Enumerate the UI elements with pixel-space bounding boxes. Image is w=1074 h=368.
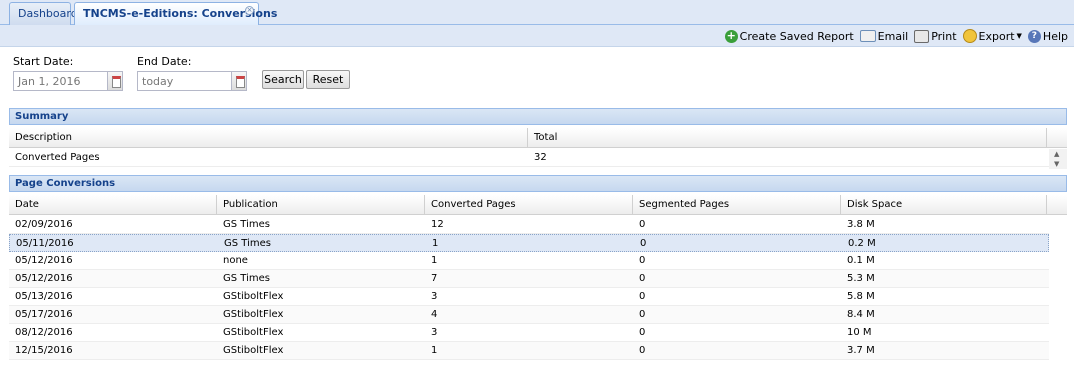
scroll-down-icon[interactable]: ▼ (1054, 160, 1059, 168)
summary-grid-header: Description Total (9, 128, 1067, 148)
close-icon[interactable]: × (245, 6, 254, 15)
cell-disk-space: 10 M (847, 327, 872, 338)
col-date[interactable]: Date (9, 195, 217, 214)
cell-disk-space: 3.7 M (847, 345, 875, 356)
cell-disk-space: 3.8 M (847, 219, 875, 230)
summary-cell-total: 32 (534, 152, 547, 163)
cell-publication: GStiboltFlex (223, 309, 284, 320)
summary-col-description[interactable]: Description (9, 128, 528, 147)
date-filter-form: Start Date: End Date: Jan 1, 2016 today … (0, 47, 1074, 102)
cell-publication: GS Times (224, 238, 271, 249)
cell-date: 05/13/2016 (15, 291, 73, 302)
cell-segmented-pages: 0 (639, 255, 646, 266)
summary-row[interactable]: Converted Pages 32 (9, 149, 1049, 167)
cell-date: 08/12/2016 (15, 327, 73, 338)
summary-panel-header: Summary (9, 108, 1067, 125)
cell-segmented-pages: 0 (639, 273, 646, 284)
end-date-value: today (142, 75, 174, 88)
create-saved-report-label: Create Saved Report (739, 29, 854, 43)
cell-segmented-pages: 0 (640, 238, 647, 249)
cell-publication: GS Times (223, 273, 270, 284)
cell-converted-pages: 12 (431, 219, 444, 230)
scroll-up-icon[interactable]: ▲ (1054, 150, 1059, 158)
table-row-selected[interactable]: 05/11/2016 GS Times 1 0 0.2 M (9, 234, 1049, 252)
cell-converted-pages: 3 (431, 291, 438, 302)
tab-conversions[interactable]: TNCMS-e-Editions: Conversions × (74, 2, 277, 26)
email-icon (859, 30, 876, 42)
tab-dashboard[interactable]: Dashboard (9, 2, 78, 25)
email-button[interactable]: Email (859, 29, 909, 43)
help-icon: ? (1027, 29, 1041, 43)
add-icon: + (724, 28, 738, 43)
print-button[interactable]: Print (914, 29, 957, 43)
cell-converted-pages: 4 (431, 309, 438, 320)
table-row[interactable]: 05/13/2016 GStiboltFlex 3 0 5.8 M (9, 288, 1049, 306)
col-segmented-pages[interactable]: Segmented Pages (633, 195, 841, 214)
reset-button[interactable]: Reset (306, 70, 350, 89)
summary-cell-description: Converted Pages (15, 152, 100, 163)
cell-disk-space: 0.2 M (848, 238, 876, 249)
table-row[interactable]: 02/09/2016 GS Times 12 0 3.8 M (9, 216, 1049, 234)
end-date-label: End Date: (137, 55, 192, 68)
export-icon (962, 29, 977, 43)
start-date-field[interactable]: Jan 1, 2016 (13, 71, 123, 91)
conversions-panel-header: Page Conversions (9, 175, 1067, 192)
col-converted-pages[interactable]: Converted Pages (425, 195, 633, 214)
cell-disk-space: 5.8 M (847, 291, 875, 302)
cell-date: 05/17/2016 (15, 309, 73, 320)
cell-converted-pages: 1 (432, 238, 439, 249)
report-toolbar: + Create Saved Report Email Print Export… (719, 27, 1068, 45)
cell-date: 05/12/2016 (15, 273, 73, 284)
cell-segmented-pages: 0 (639, 291, 646, 302)
cell-disk-space: 8.4 M (847, 309, 875, 320)
export-button[interactable]: Export ▼ (962, 29, 1022, 43)
cell-segmented-pages: 0 (639, 345, 646, 356)
cell-publication: GS Times (223, 219, 270, 230)
cell-disk-space: 5.3 M (847, 273, 875, 284)
calendar-icon[interactable] (107, 71, 123, 91)
cell-date: 02/09/2016 (15, 219, 73, 230)
table-row[interactable]: 05/12/2016 GS Times 7 0 5.3 M (9, 270, 1049, 288)
col-disk-space[interactable]: Disk Space (841, 195, 1047, 214)
start-date-label: Start Date: (13, 55, 74, 68)
cell-segmented-pages: 0 (639, 327, 646, 338)
conversions-grid-header: Date Publication Converted Pages Segment… (9, 195, 1067, 215)
cell-disk-space: 0.1 M (847, 255, 875, 266)
cell-publication: GStiboltFlex (223, 345, 284, 356)
cell-segmented-pages: 0 (639, 309, 646, 320)
cell-segmented-pages: 0 (639, 219, 646, 230)
cell-converted-pages: 1 (431, 345, 438, 356)
printer-icon (914, 29, 930, 43)
summary-scrollbar[interactable]: ▲ ▼ (1049, 149, 1067, 169)
end-date-field[interactable]: today (137, 71, 247, 91)
calendar-icon[interactable] (231, 71, 247, 91)
cell-converted-pages: 1 (431, 255, 438, 266)
col-publication[interactable]: Publication (217, 195, 425, 214)
print-label: Print (931, 29, 957, 43)
summary-col-total[interactable]: Total (528, 128, 1047, 147)
tab-strip: Dashboard TNCMS-e-Editions: Conversions … (0, 0, 1074, 26)
table-row[interactable]: 05/12/2016 none 1 0 0.1 M (9, 252, 1049, 270)
cell-publication: none (223, 255, 248, 266)
export-label: Export (978, 29, 1015, 43)
help-button[interactable]: ? Help (1027, 29, 1068, 43)
cell-date: 05/12/2016 (15, 255, 73, 266)
create-saved-report-button[interactable]: + Create Saved Report (724, 28, 854, 43)
cell-publication: GStiboltFlex (223, 327, 284, 338)
chevron-down-icon: ▼ (1016, 32, 1022, 40)
table-row[interactable]: 12/15/2016 GStiboltFlex 1 0 3.7 M (9, 342, 1049, 360)
cell-converted-pages: 3 (431, 327, 438, 338)
start-date-value: Jan 1, 2016 (18, 75, 81, 88)
email-label: Email (877, 29, 909, 43)
table-row[interactable]: 08/12/2016 GStiboltFlex 3 0 10 M (9, 324, 1049, 342)
search-button[interactable]: Search (262, 70, 304, 89)
table-row[interactable]: 05/17/2016 GStiboltFlex 4 0 8.4 M (9, 306, 1049, 324)
cell-converted-pages: 7 (431, 273, 438, 284)
help-label: Help (1042, 29, 1068, 43)
cell-publication: GStiboltFlex (223, 291, 284, 302)
cell-date: 12/15/2016 (15, 345, 73, 356)
cell-date: 05/11/2016 (16, 238, 74, 249)
tab-dashboard-label: Dashboard (18, 7, 78, 20)
